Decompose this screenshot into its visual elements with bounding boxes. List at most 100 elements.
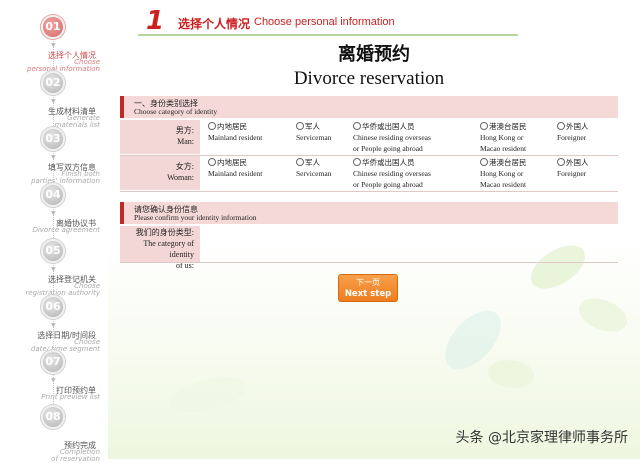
man-label: 男方: Man: [120,120,200,154]
option-label-en: Chinese residing overseas [353,169,431,178]
radio-button[interactable] [353,122,361,130]
page-title-zh: 离婚预约 [338,44,410,65]
woman-identity-option[interactable]: 港澳台居民 Hong Kong or Macao resident [480,157,527,190]
step-title-en: Choose personal information [254,16,395,28]
step-number-badge: 04 [41,183,65,207]
step-number-badge: 06 [41,295,65,319]
option-label-en: Foreigner [557,169,587,178]
radio-button[interactable] [296,158,304,166]
option-label-zh: 华侨或出国人员 [362,122,415,131]
down-arrow-icon: ▼ [51,210,56,217]
option-label-en2: Macao resident [480,180,527,189]
main-panel: 1 选择个人情况 Choose personal information 离婚预… [108,0,640,459]
man-identity-option[interactable]: 港澳台居民 Hong Kong or Macao resident [480,121,527,154]
step-number-badge: 05 [41,239,65,263]
next-step-label-zh: 下一页 [356,278,380,287]
step-item: 04 ▼ 离婚协议书 Divorce agreement [0,180,108,236]
step-item: 02 ▼ 生成材料清单 Generate materials list [0,68,108,129]
option-label-zh: 外国人 [566,122,589,131]
down-arrow-icon: ▼ [51,322,56,329]
man-identity-option[interactable]: 军人 Serviceman [296,121,331,143]
radio-button[interactable] [353,158,361,166]
option-label-zh: 华侨或出国人员 [362,158,415,167]
decorative-leaf [573,289,633,341]
section-title-en: Please confirm your identity information [134,213,257,222]
man-identity-option[interactable]: 内地居民 Mainland resident [208,121,262,143]
page-title-en: Divorce reservation [293,68,445,89]
down-arrow-icon: ▼ [51,154,56,161]
down-arrow-icon: ▼ [51,98,56,105]
step-title-zh: 选择个人情况 [178,17,251,31]
option-label-en2: or People going abroad [353,180,423,189]
radio-button[interactable] [296,122,304,130]
radio-button[interactable] [480,122,488,130]
confirm-section-header: 请您确认身份信息 Please confirm your identity in… [120,202,618,224]
row-divider [120,262,618,263]
woman-identity-option[interactable]: 外国人 Foreigner [557,157,589,179]
option-label-zh: 军人 [305,158,320,167]
decorative-leaf [166,373,250,417]
step-sidebar: 01 ▼ 选择个人情况 Choose personal information 02 ▼ 生… [0,0,108,463]
option-label-zh: 内地居民 [217,122,247,131]
man-label-en: Man: [177,137,194,146]
woman-identity-option[interactable]: 内地居民 Mainland resident [208,157,262,179]
step-label-en: Print preview list [41,393,100,401]
woman-identity-option[interactable]: 军人 Serviceman [296,157,331,179]
down-arrow-icon: ▼ [51,42,56,49]
option-label-en: Serviceman [296,169,332,178]
woman-label-zh: 女方: [175,162,194,171]
step-number: 1 [146,6,165,36]
option-label-zh: 军人 [305,122,320,131]
radio-button[interactable] [557,122,565,130]
option-label-zh: 港澳台居民 [489,122,527,131]
down-arrow-icon: ▼ [51,377,56,384]
man-identity-option[interactable]: 华侨或出国人员 Chinese residing overseas or Peopl… [353,121,431,154]
step-item: 01 ▼ 选择个人情况 Choose personal information [0,12,108,73]
step-item: 03 ▼ 填写双方信息 Finish both parties' informatio… [0,124,108,185]
radio-button[interactable] [208,122,216,130]
next-step-label-en: Next step [344,289,392,299]
option-label-zh: 港澳台居民 [489,158,527,167]
option-label-en2: or People going abroad [353,144,423,153]
step-item: 08 预约完成 Completion of reservation [0,402,108,463]
man-label-zh: 男方: [175,126,194,135]
option-label-zh: 外国人 [566,158,589,167]
woman-label: 女方: Woman: [120,156,200,190]
identity-type-label-en1: The category of identity [143,239,194,259]
option-label-en: Foreigner [557,133,587,142]
step-header: 1 选择个人情况 Choose personal information [138,6,518,36]
radio-button[interactable] [557,158,565,166]
step-number-badge: 02 [41,71,65,95]
option-label-en: Hong Kong or [480,169,524,178]
option-label-en: Chinese residing overseas [353,133,431,142]
section-title-en: Choose category of identity [134,107,218,116]
next-step-button[interactable]: 下一页 Next step [338,274,398,302]
step-label-en: Completion of reservation [51,448,100,463]
radio-button[interactable] [480,158,488,166]
option-label-en2: Macao resident [480,144,527,153]
option-label-en: Mainland resident [208,133,263,142]
woman-identity-option[interactable]: 华侨或出国人员 Chinese residing overseas or Peopl… [353,157,431,190]
step-number-badge: 03 [41,127,65,151]
identity-type-label-zh: 我们的身份类型: [135,228,194,237]
woman-label-en: Woman: [167,173,194,182]
identity-section-header: 一、身份类别选择 Choose category of identity [120,96,618,118]
step-label-en: Divorce agreement [32,226,100,234]
step-number-badge: 07 [41,350,65,374]
decorative-leaf [485,354,537,394]
option-label-en: Mainland resident [208,169,263,178]
step-item: 06 ▼ 选择日期/时间段 Choose date/ time segment [0,292,108,353]
option-label-en: Serviceman [296,133,332,142]
radio-button[interactable] [208,158,216,166]
watermark-text: 头条 @北京家理律师事务所 [455,430,628,446]
option-label-zh: 内地居民 [217,158,247,167]
step-item: 07 ▼ 打印预约单 Print preview list [0,347,108,403]
identity-type-label: 我们的身份类型: The category of identity of us: [120,226,200,270]
row-divider [120,191,618,192]
option-label-en: Hong Kong or [480,133,524,142]
decorative-leaf [523,238,593,296]
man-identity-option[interactable]: 外国人 Foreigner [557,121,589,143]
step-item: 05 ▼ 选择登记机关 Choose registration authority [0,236,108,297]
down-arrow-icon: ▼ [51,266,56,273]
step-number-badge: 08 [41,405,65,429]
